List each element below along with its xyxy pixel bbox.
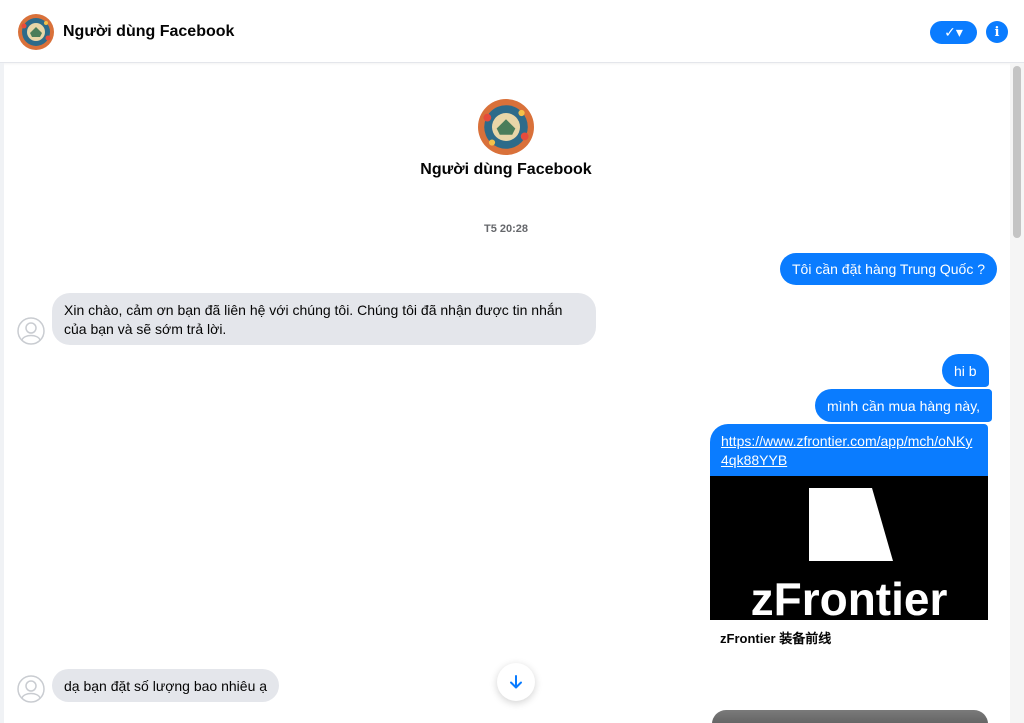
- chat-header: Người dùng Facebook ✓▾ i: [0, 0, 1024, 63]
- preview-brand-text: zFrontier: [751, 573, 948, 620]
- message-link[interactable]: https://www.zfrontier.com/app/mch/oNKy4q…: [721, 433, 972, 468]
- message-bubble-outgoing[interactable]: hi b: [942, 354, 989, 387]
- link-message-text: https://www.zfrontier.com/app/mch/oNKy4q…: [710, 424, 988, 476]
- messenger-window: Người dùng Facebook ✓▾ i Người dùng Face…: [0, 0, 1024, 723]
- message-bubble-outgoing[interactable]: Tôi cần đặt hàng Trung Quốc ?: [780, 253, 998, 285]
- info-icon: i: [994, 24, 1000, 40]
- message-bubble-incoming[interactable]: Xin chào, cảm ơn bạn đã liên hệ với chún…: [52, 293, 596, 345]
- sender-avatar[interactable]: [17, 675, 45, 703]
- scrollbar-thumb[interactable]: [1013, 66, 1021, 238]
- message-bubble-outgoing[interactable]: mình cần mua hàng này,: [815, 389, 993, 422]
- conversation-title[interactable]: Người dùng Facebook: [63, 21, 234, 43]
- info-button[interactable]: i: [986, 21, 1008, 43]
- default-user-icon: [17, 317, 45, 345]
- default-user-icon: [17, 675, 45, 703]
- link-preview-title[interactable]: zFrontier 装备前线: [710, 620, 988, 656]
- check-dropdown-button[interactable]: ✓▾: [930, 21, 977, 44]
- profile-avatar-icon: [478, 99, 534, 155]
- sender-avatar[interactable]: [17, 317, 45, 345]
- scroll-to-bottom-button[interactable]: [497, 663, 535, 701]
- check-dropdown-icon: ✓▾: [944, 24, 963, 40]
- image-attachment[interactable]: [712, 710, 988, 723]
- message-timestamp: T5 20:28: [483, 223, 529, 235]
- zfrontier-logo-icon: zFrontier: [710, 476, 988, 625]
- header-avatar[interactable]: [18, 14, 54, 50]
- link-message[interactable]: https://www.zfrontier.com/app/mch/oNKy4q…: [710, 424, 988, 656]
- message-bubble-incoming[interactable]: dạ bạn đặt số lượng bao nhiêu ạ: [52, 669, 280, 702]
- avatar-icon: [18, 14, 54, 50]
- profile-avatar[interactable]: [478, 99, 534, 155]
- arrow-down-icon: [510, 675, 522, 689]
- link-preview-image[interactable]: zFrontier: [710, 476, 988, 625]
- profile-name: Người dùng Facebook: [420, 161, 592, 178]
